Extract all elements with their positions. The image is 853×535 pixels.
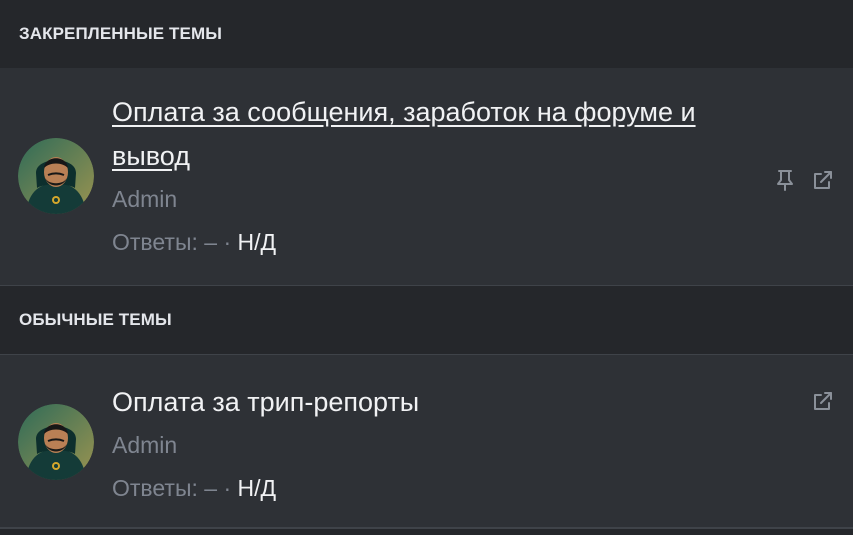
avatar[interactable] bbox=[18, 138, 94, 214]
pinned-section-header: ЗАКРЕПЛЕННЫЕ ТЕМЫ bbox=[0, 0, 853, 68]
regular-thread-row[interactable]: Оплата за трип-репорты Admin Ответы: – ·… bbox=[0, 355, 853, 529]
thread-title-link[interactable]: Оплата за сообщения, заработок на форуме… bbox=[112, 90, 748, 178]
thread-main: Оплата за сообщения, заработок на форуме… bbox=[112, 90, 748, 263]
meta-separator: · bbox=[223, 229, 232, 255]
pin-icon[interactable] bbox=[773, 168, 797, 192]
thread-actions bbox=[811, 389, 835, 413]
thread-replies-meta: Ответы: – · Н/Д bbox=[112, 221, 748, 263]
external-link-icon[interactable] bbox=[811, 389, 835, 413]
thread-replies-meta: Ответы: – · Н/Д bbox=[112, 467, 748, 509]
avatar[interactable] bbox=[18, 404, 94, 480]
admin-avatar-image bbox=[18, 404, 94, 480]
replies-label: Ответы: bbox=[112, 475, 198, 501]
thread-actions bbox=[773, 168, 835, 192]
meta-separator: · bbox=[223, 475, 232, 501]
thread-main: Оплата за трип-репорты Admin Ответы: – ·… bbox=[112, 380, 748, 509]
pinned-section-title: ЗАКРЕПЛЕННЫЕ ТЕМЫ bbox=[19, 24, 222, 43]
thread-author[interactable]: Admin bbox=[112, 179, 748, 219]
replies-label: Ответы: bbox=[112, 229, 198, 255]
pinned-thread-row[interactable]: Оплата за сообщения, заработок на форуме… bbox=[0, 68, 853, 285]
regular-section-title: ОБЫЧНЫЕ ТЕМЫ bbox=[19, 310, 172, 329]
regular-section-header: ОБЫЧНЫЕ ТЕМЫ bbox=[0, 285, 853, 355]
last-activity: Н/Д bbox=[237, 229, 277, 255]
replies-value: – bbox=[204, 475, 218, 501]
thread-title-link[interactable]: Оплата за трип-репорты bbox=[112, 380, 748, 424]
replies-value: – bbox=[204, 229, 218, 255]
external-link-icon[interactable] bbox=[811, 168, 835, 192]
thread-author[interactable]: Admin bbox=[112, 425, 748, 465]
admin-avatar-image bbox=[18, 138, 94, 214]
last-activity: Н/Д bbox=[237, 475, 277, 501]
